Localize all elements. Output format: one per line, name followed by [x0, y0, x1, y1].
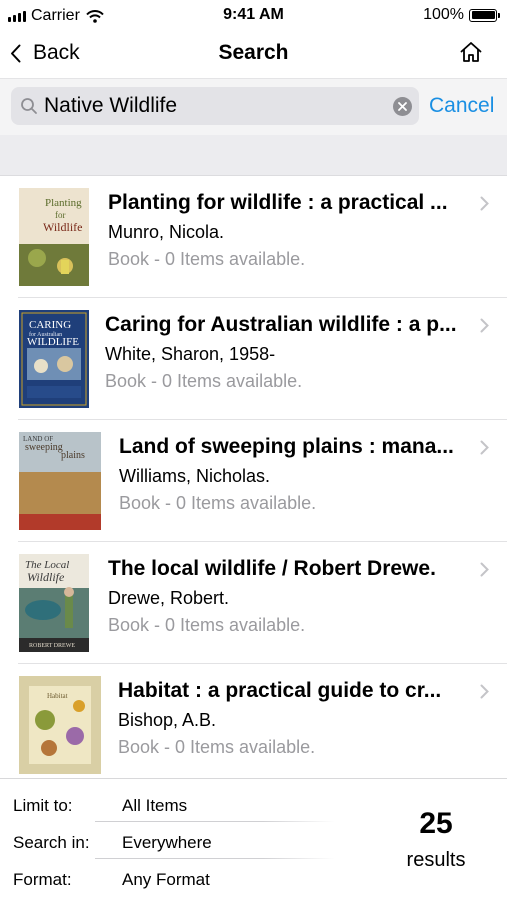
result-availability: Book - 0 Items available. [118, 737, 316, 757]
chevron-right-icon [480, 196, 489, 211]
results-list[interactable]: Planting for Wildlife Planting for wildl… [0, 176, 507, 778]
book-cover-image: LAND OF sweeping plains [19, 432, 101, 530]
cover-text: plains [61, 450, 85, 461]
chevron-right-icon [480, 684, 489, 699]
search-bar: Cancel [0, 78, 507, 135]
filter-divider [95, 858, 335, 859]
cover-text: CARING [29, 319, 71, 331]
result-text: Land of sweeping plains : mana... Willia… [119, 434, 454, 514]
filter-value[interactable]: Any Format [122, 870, 210, 890]
result-availability: Book - 0 Items available. [108, 615, 306, 635]
result-author: Williams, Nicholas. [119, 466, 271, 486]
cover-text: Wildlife [43, 220, 83, 234]
result-title: Caring for Australian wildlife : a p... [105, 313, 457, 336]
cover-text: WILDLIFE [27, 336, 79, 348]
chevron-right-icon [480, 562, 489, 577]
results-count-label: results [406, 849, 466, 871]
result-title: Land of sweeping plains : mana... [119, 435, 454, 458]
list-item[interactable]: LAND OF sweeping plains Land of sweeping… [0, 420, 507, 542]
result-author: Bishop, A.B. [118, 710, 217, 730]
result-text: Caring for Australian wildlife : a p... … [105, 312, 457, 392]
cover-text: sweeping [25, 442, 63, 453]
result-title: Habitat : a practical guide to cr... [118, 679, 442, 702]
cover-text: Planting [45, 197, 82, 209]
list-item[interactable]: Planting for Wildlife Planting for wildl… [0, 176, 507, 298]
cover-text: ROBERT DREWE [29, 643, 75, 649]
battery-icon [469, 8, 500, 22]
chevron-right-icon [480, 318, 489, 333]
list-item[interactable]: Habitat Habitat : a practical guide to c… [0, 664, 507, 778]
home-icon[interactable] [459, 40, 483, 64]
result-text: Habitat : a practical guide to cr... Bis… [118, 678, 441, 758]
result-availability: Book - 0 Items available. [108, 249, 306, 269]
search-options-footer: Limit to: All Items Search in: Everywher… [0, 778, 507, 901]
filter-label: Search in: [13, 833, 90, 852]
list-item[interactable]: CARING for Australian WILDLIFE Caring fo… [0, 298, 507, 420]
clear-search-button[interactable] [393, 97, 412, 116]
filter-value[interactable]: All Items [122, 796, 187, 816]
search-field[interactable] [11, 87, 419, 125]
section-divider [0, 135, 507, 176]
result-author: Drewe, Robert. [108, 588, 230, 608]
result-text: Planting for wildlife : a practical ... … [108, 190, 448, 270]
cover-text: Wildlife [27, 570, 65, 584]
filter-value[interactable]: Everywhere [122, 833, 212, 853]
result-title: The local wildlife / Robert Drewe. [108, 557, 436, 580]
result-availability: Book - 0 Items available. [105, 371, 303, 391]
filter-divider [95, 821, 335, 822]
status-bar: Carrier 9:41 AM 100% [0, 0, 507, 32]
page-title: Search [218, 41, 289, 64]
result-author: White, Sharon, 1958- [105, 344, 276, 364]
battery-percent: 100% [423, 6, 464, 23]
cancel-button[interactable]: Cancel [429, 94, 494, 118]
cover-text: Habitat [47, 692, 68, 700]
cover-text: for [55, 210, 66, 220]
search-icon [21, 98, 37, 114]
filter-label: Format: [13, 870, 72, 889]
list-item[interactable]: The Local Wildlife ROBERT DREWE The loca… [0, 542, 507, 664]
result-text: The local wildlife / Robert Drewe. Drewe… [108, 556, 436, 636]
result-author: Munro, Nicola. [108, 222, 225, 242]
search-input[interactable] [44, 94, 374, 118]
result-availability: Book - 0 Items available. [119, 493, 317, 513]
results-count: 25 [419, 807, 453, 840]
close-icon [398, 102, 407, 111]
book-cover-image: The Local Wildlife ROBERT DREWE [19, 554, 89, 652]
status-right: 100% [423, 6, 500, 24]
navigation-bar: Back Search [0, 32, 507, 76]
filter-label: Limit to: [13, 796, 73, 815]
book-cover-image: CARING for Australian WILDLIFE [19, 310, 89, 408]
book-cover-image: Planting for Wildlife [19, 188, 89, 286]
result-title: Planting for wildlife : a practical ... [108, 191, 448, 214]
book-cover-image: Habitat [19, 676, 101, 774]
chevron-right-icon [480, 440, 489, 455]
